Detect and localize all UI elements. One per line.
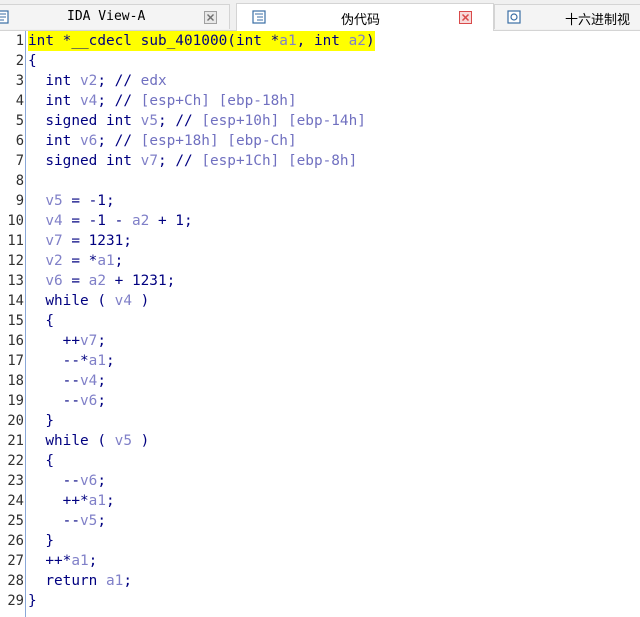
- code-text[interactable]: {: [28, 451, 54, 471]
- code-text[interactable]: --*a1;: [28, 351, 115, 371]
- line-number: 18: [7, 373, 24, 389]
- line-number: 23: [7, 473, 24, 489]
- tab-label: IDA View-A: [67, 9, 146, 24]
- code-text[interactable]: {: [28, 311, 54, 331]
- line-number: 4: [15, 93, 24, 109]
- code-text[interactable]: }: [28, 411, 54, 431]
- code-line[interactable]: 10 v4 = -1 - a2 + 1;: [0, 211, 640, 231]
- code-text[interactable]: --v5;: [28, 511, 106, 531]
- code-text[interactable]: }: [28, 531, 54, 551]
- code-text[interactable]: --v6;: [28, 391, 106, 411]
- line-number: 15: [7, 313, 24, 329]
- code-line[interactable]: 1 int *__cdecl sub_401000(int *a1, int a2…: [0, 31, 640, 51]
- line-number: 7: [15, 153, 24, 169]
- line-number: 27: [7, 553, 24, 569]
- code-text[interactable]: ++v7;: [28, 331, 106, 351]
- code-line[interactable]: 13 v6 = a2 + 1231;: [0, 271, 640, 291]
- code-text[interactable]: while ( v5 ): [28, 431, 149, 451]
- code-text[interactable]: {: [28, 51, 37, 71]
- code-text[interactable]: int v2; // edx: [28, 71, 166, 91]
- code-line[interactable]: 20 }: [0, 411, 640, 431]
- code-line[interactable]: 25 --v5;: [0, 511, 640, 531]
- code-text[interactable]: signed int v7; // [esp+1Ch] [ebp-8h]: [28, 151, 357, 171]
- code-line[interactable]: 21 while ( v5 ): [0, 431, 640, 451]
- line-number: 5: [15, 113, 24, 129]
- tab-label: 伪代码: [341, 13, 381, 28]
- line-number: 8: [15, 173, 24, 189]
- hex-view-icon: [507, 10, 521, 24]
- close-icon[interactable]: [204, 11, 217, 24]
- code-line[interactable]: 12 v2 = *a1;: [0, 251, 640, 271]
- code-line[interactable]: 27 ++*a1;: [0, 551, 640, 571]
- code-text[interactable]: --v6;: [28, 471, 106, 491]
- code-text[interactable]: while ( v4 ): [28, 291, 149, 311]
- function-signature[interactable]: int *__cdecl sub_401000(int *a1, int a2): [28, 31, 375, 51]
- pseudocode-icon: [252, 10, 266, 24]
- code-text[interactable]: return a1;: [28, 571, 132, 591]
- code-line[interactable]: 11 v7 = 1231;: [0, 231, 640, 251]
- line-number: 12: [7, 253, 24, 269]
- code-line[interactable]: 18 --v4;: [0, 371, 640, 391]
- line-number: 24: [7, 493, 24, 509]
- code-line[interactable]: 28 return a1;: [0, 571, 640, 591]
- line-number: 19: [7, 393, 24, 409]
- code-line[interactable]: 26 }: [0, 531, 640, 551]
- code-line[interactable]: 24 ++*a1;: [0, 491, 640, 511]
- code-text[interactable]: --v4;: [28, 371, 106, 391]
- line-number: 20: [7, 413, 24, 429]
- code-line[interactable]: 17 --*a1;: [0, 351, 640, 371]
- line-number: 9: [15, 193, 24, 209]
- code-line[interactable]: 7 signed int v7; // [esp+1Ch] [ebp-8h]: [0, 151, 640, 171]
- tab-bar: IDA View-A 伪代码 十六进制视: [0, 0, 640, 31]
- code-line[interactable]: 6 int v6; // [esp+18h] [ebp-Ch]: [0, 131, 640, 151]
- code-text[interactable]: v2 = *a1;: [28, 251, 123, 271]
- line-number: 2: [15, 53, 24, 69]
- code-line[interactable]: 29}: [0, 591, 640, 611]
- line-number: 16: [7, 333, 24, 349]
- line-number: 14: [7, 293, 24, 309]
- tab-hex-view[interactable]: 十六进制视: [494, 4, 640, 29]
- line-number: 10: [7, 213, 24, 229]
- code-line[interactable]: 5 signed int v5; // [esp+10h] [ebp-14h]: [0, 111, 640, 131]
- code-line[interactable]: 19 --v6;: [0, 391, 640, 411]
- code-line[interactable]: 9 v5 = -1;: [0, 191, 640, 211]
- tab-pseudocode[interactable]: 伪代码: [236, 3, 494, 31]
- pseudocode-editor[interactable]: 1 int *__cdecl sub_401000(int *a1, int a2…: [0, 31, 640, 617]
- code-line[interactable]: 4 int v4; // [esp+Ch] [ebp-18h]: [0, 91, 640, 111]
- code-text[interactable]: v6 = a2 + 1231;: [28, 271, 175, 291]
- code-line[interactable]: 16 ++v7;: [0, 331, 640, 351]
- code-line[interactable]: 23 --v6;: [0, 471, 640, 491]
- code-text[interactable]: int v4; // [esp+Ch] [ebp-18h]: [28, 91, 296, 111]
- line-number: 11: [7, 233, 24, 249]
- code-text[interactable]: v4 = -1 - a2 + 1;: [28, 211, 192, 231]
- line-number: 6: [15, 133, 24, 149]
- tab-label: 十六进制视: [565, 13, 631, 28]
- code-line[interactable]: 22 {: [0, 451, 640, 471]
- disassembly-view-icon: [0, 10, 9, 24]
- line-number: 1: [15, 33, 24, 49]
- line-number: 13: [7, 273, 24, 289]
- code-text[interactable]: }: [28, 591, 37, 611]
- code-text[interactable]: ++*a1;: [28, 551, 97, 571]
- code-line[interactable]: 3 int v2; // edx: [0, 71, 640, 91]
- line-number: 22: [7, 453, 24, 469]
- code-text[interactable]: int v6; // [esp+18h] [ebp-Ch]: [28, 131, 296, 151]
- tab-ida-view-a[interactable]: IDA View-A: [0, 4, 230, 29]
- code-line[interactable]: 14 while ( v4 ): [0, 291, 640, 311]
- line-number: 3: [15, 73, 24, 89]
- code-line[interactable]: 8: [0, 171, 640, 191]
- code-text[interactable]: signed int v5; // [esp+10h] [ebp-14h]: [28, 111, 366, 131]
- line-number: 29: [7, 593, 24, 609]
- code-line[interactable]: 15 {: [0, 311, 640, 331]
- close-icon[interactable]: [459, 11, 472, 24]
- line-number: 25: [7, 513, 24, 529]
- line-number: 21: [7, 433, 24, 449]
- code-text[interactable]: v5 = -1;: [28, 191, 114, 211]
- code-text[interactable]: v7 = 1231;: [28, 231, 132, 251]
- code-line[interactable]: 2{: [0, 51, 640, 71]
- line-number: 26: [7, 533, 24, 549]
- code-text[interactable]: ++*a1;: [28, 491, 115, 511]
- line-number: 17: [7, 353, 24, 369]
- line-number: 28: [7, 573, 24, 589]
